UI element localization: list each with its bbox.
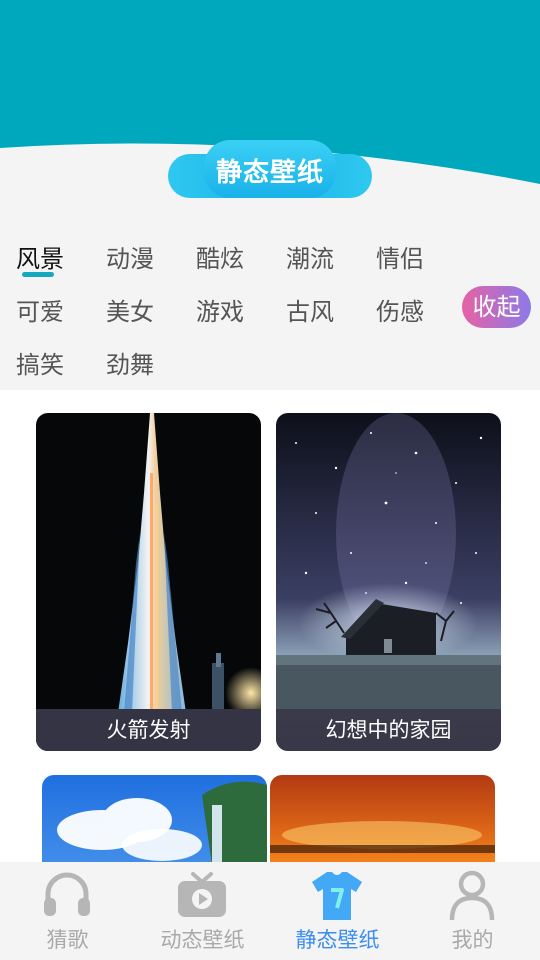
page-title-badge: 静态壁纸 [168,140,372,198]
nav-label: 猜歌 [46,928,89,952]
category-tab-couple[interactable]: 情侣 [376,239,456,274]
wallpaper-grid: 火箭发射 幻想中的家园 [0,390,540,862]
nav-label: 我的 [451,928,494,952]
nav-item-guess-song[interactable]: 猜歌 [0,862,135,960]
category-tab-cool[interactable]: 酷炫 [196,239,276,274]
category-tab-beauty[interactable]: 美女 [106,292,186,327]
page-title: 静态壁纸 [215,158,324,188]
wallpaper-card[interactable] [270,775,495,862]
tshirt-icon [312,872,362,920]
category-tab-trend[interactable]: 潮流 [286,239,366,274]
headphones-icon [44,872,90,916]
wallpaper-caption: 幻想中的家园 [276,709,501,751]
person-icon [449,870,495,921]
nav-label: 静态壁纸 [295,928,380,952]
night-tower-image [36,413,261,751]
sunset-image [270,775,495,862]
bottom-navigation: 猜歌 动态壁纸 静态壁纸 我的 [0,862,540,960]
wallpaper-card[interactable]: 幻想中的家园 [276,413,501,751]
wallpaper-caption: 火箭发射 [36,709,261,751]
wallpaper-card[interactable] [42,775,267,862]
waterfall-sky-image [42,775,267,862]
nav-item-dynamic-wallpaper[interactable]: 动态壁纸 [135,862,270,960]
category-tab-game[interactable]: 游戏 [196,292,276,327]
wallpaper-card[interactable]: 火箭发射 [36,413,261,751]
category-tab-dance[interactable]: 劲舞 [106,345,186,380]
category-tab-anime[interactable]: 动漫 [106,239,186,274]
nav-item-mine[interactable]: 我的 [405,862,540,960]
nav-item-static-wallpaper[interactable]: 静态壁纸 [270,862,405,960]
category-tab-funny[interactable]: 搞笑 [16,345,96,380]
category-tab-ancient[interactable]: 古风 [286,292,366,327]
collapse-button[interactable]: 收起 [462,286,531,328]
category-tab-sad[interactable]: 伤感 [376,292,456,327]
active-tab-indicator [22,272,54,277]
starry-house-image [276,413,501,751]
category-tab-cute[interactable]: 可爱 [16,292,96,327]
category-tab-scenery[interactable]: 风景 [16,239,96,274]
nav-label: 动态壁纸 [160,928,245,952]
tv-play-icon [178,872,226,917]
